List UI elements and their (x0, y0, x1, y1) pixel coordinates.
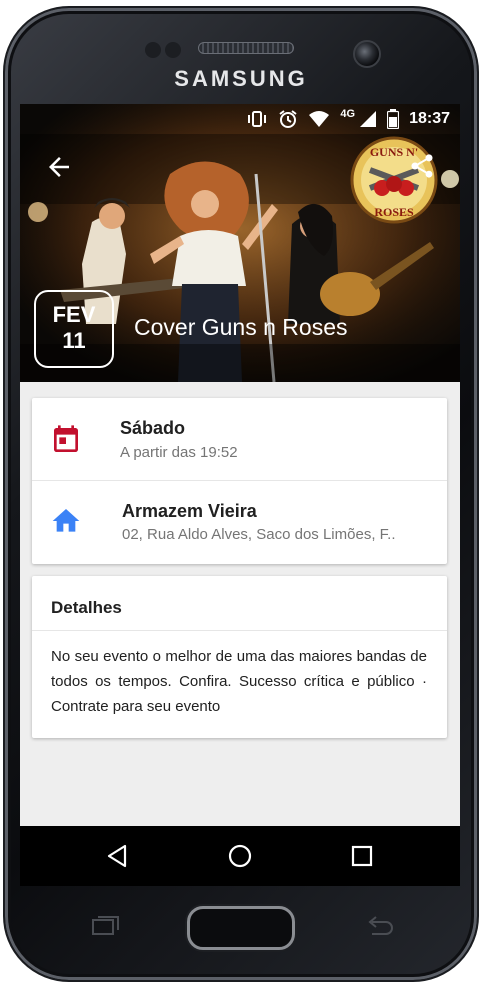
home-icon (52, 509, 80, 532)
triangle-back-icon (107, 844, 127, 868)
venue-name: Armazem Vieira (122, 501, 257, 521)
date-month: FEV (52, 302, 96, 327)
details-divider (32, 630, 447, 631)
calendar-icon (54, 425, 78, 452)
earpiece-speaker (198, 42, 294, 54)
vibrate-icon (248, 111, 267, 127)
signal-icon (360, 111, 377, 127)
details-description: No seu evento o melhor de uma das maiore… (51, 648, 427, 715)
hardware-recents-key-icon[interactable] (90, 914, 122, 938)
circle-home-icon (228, 844, 252, 868)
device-brand: SAMSUNG (174, 66, 308, 91)
share-button[interactable] (408, 152, 436, 180)
logo-text-bottom: ROSES (374, 205, 414, 219)
android-navigation-bar (20, 826, 460, 886)
alarm-icon (279, 110, 297, 128)
back-button[interactable] (44, 152, 74, 182)
battery-icon (387, 109, 400, 129)
event-hero-image: 4G 18:37 GUNS N' ROSES FEV 11 Cover Guns… (20, 104, 460, 382)
wifi-icon (309, 111, 330, 127)
event-start-time: A partir das 19:52 (120, 444, 238, 461)
venue-address: 02, Rua Aldo Alves, Saco dos Limões, F.. (122, 526, 396, 543)
hardware-home-button[interactable] (187, 906, 295, 950)
nav-back-button[interactable] (104, 842, 132, 870)
square-recents-icon (351, 845, 373, 867)
status-clock: 18:37 (409, 110, 450, 127)
share-icon (411, 154, 433, 178)
event-time-row[interactable]: Sábado A partir das 19:52 (32, 398, 447, 480)
event-date-badge: FEV 11 (34, 290, 114, 368)
date-day: 11 (62, 328, 86, 353)
arrow-left-icon (49, 157, 69, 177)
event-title: Cover Guns n Roses (134, 314, 348, 340)
front-camera (353, 40, 381, 68)
network-type: 4G (340, 108, 356, 120)
light-sensor (165, 42, 181, 58)
status-bar: 4G 18:37 (20, 104, 460, 134)
hardware-back-key-icon[interactable] (364, 914, 396, 938)
nav-home-button[interactable] (226, 842, 254, 870)
proximity-sensor (145, 42, 161, 58)
details-heading: Detalhes (51, 598, 122, 617)
event-day: Sábado (120, 418, 186, 438)
nav-recents-button[interactable] (348, 842, 376, 870)
app-screen: 4G 18:37 GUNS N' ROSES FEV 11 Cover Guns… (20, 104, 460, 886)
event-details-card: Detalhes No seu evento o melhor de uma d… (32, 576, 447, 738)
event-info-card: Sábado A partir das 19:52 Armazem Vieira… (32, 398, 447, 564)
event-venue-row[interactable]: Armazem Vieira 02, Rua Aldo Alves, Saco … (32, 481, 447, 563)
